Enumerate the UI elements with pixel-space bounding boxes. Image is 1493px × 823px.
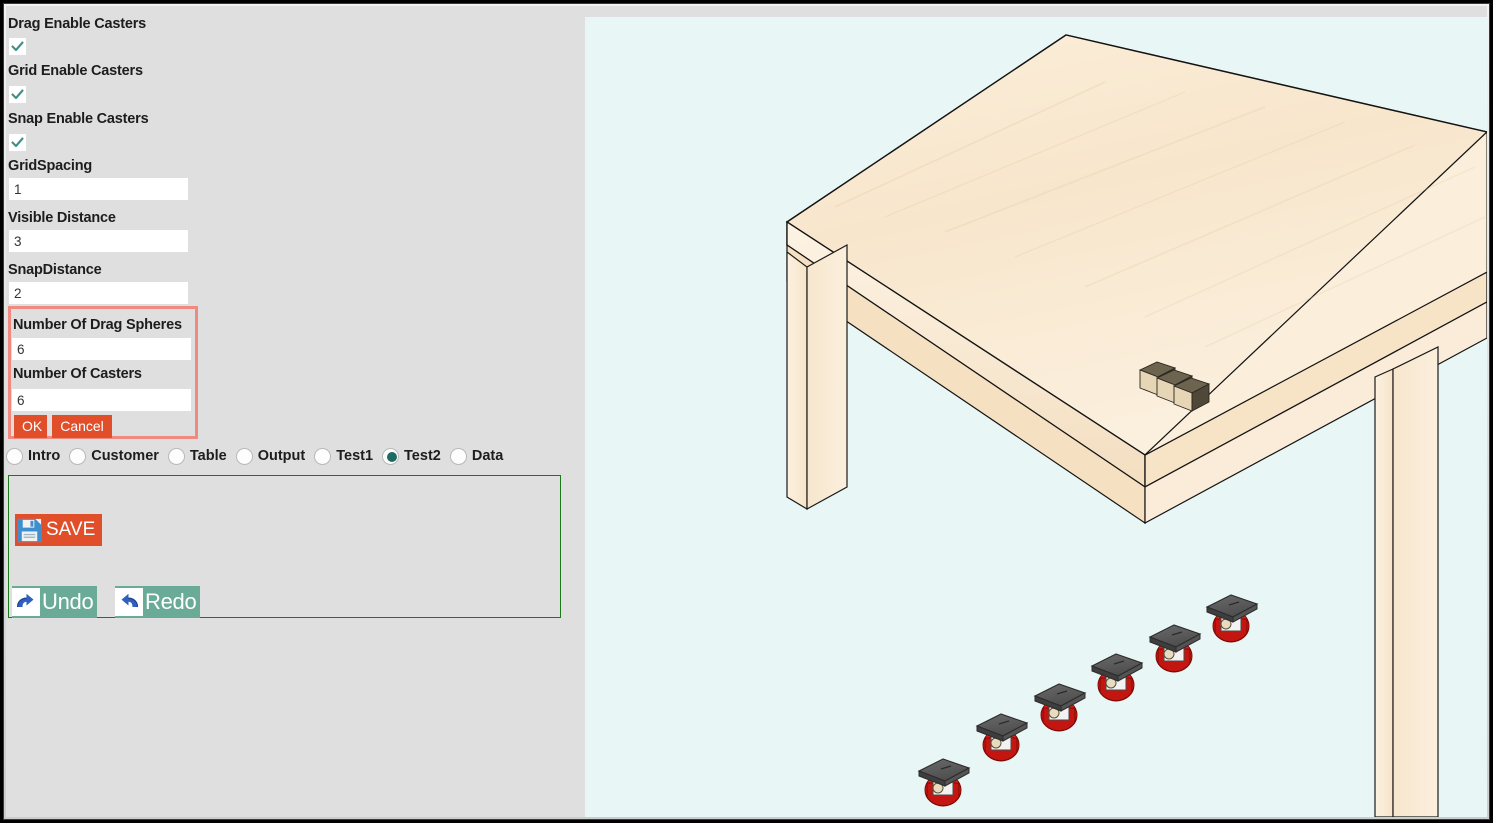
caster-group[interactable] bbox=[917, 594, 1259, 807]
radio-label-test2: Test2 bbox=[404, 448, 441, 464]
undo-arrow-icon bbox=[12, 588, 40, 616]
caster-plate bbox=[975, 713, 1029, 742]
caster-plate bbox=[1033, 683, 1087, 712]
caster-count-dialog: Number Of Drag Spheres Number Of Casters… bbox=[8, 306, 198, 439]
caster-6[interactable] bbox=[1205, 594, 1259, 643]
3d-scene bbox=[785, 34, 1487, 817]
radio-item-test1[interactable]: Test1 bbox=[314, 447, 374, 465]
number-of-casters-input[interactable] bbox=[12, 389, 191, 411]
radio-label-intro: Intro bbox=[28, 448, 61, 464]
caster-plate bbox=[1148, 624, 1202, 653]
number-of-drag-spheres-input[interactable] bbox=[12, 338, 191, 360]
redo-button[interactable]: Redo bbox=[115, 586, 201, 618]
dialog-label-number-of-casters: Number Of Casters bbox=[13, 366, 142, 382]
table-leg-front-right-a bbox=[1374, 368, 1394, 817]
radio-item-intro[interactable]: Intro bbox=[6, 447, 61, 465]
property-label-gridspacing: GridSpacing bbox=[8, 158, 93, 174]
caster-plate bbox=[1205, 594, 1259, 623]
radio-item-output[interactable]: Output bbox=[235, 447, 306, 465]
window-client-area: Drag Enable Casters Grid Enable Casters … bbox=[6, 6, 1487, 817]
radio-item-table[interactable]: Table bbox=[167, 447, 227, 465]
caster-3[interactable] bbox=[1033, 683, 1087, 732]
table-model bbox=[785, 34, 1487, 817]
checkbox-snap-enable-casters[interactable] bbox=[9, 134, 26, 151]
radio-item-customer[interactable]: Customer bbox=[69, 447, 159, 465]
floppy-disk-icon bbox=[15, 516, 43, 544]
radio-item-test2[interactable]: Test2 bbox=[382, 447, 441, 465]
redo-arrow-icon bbox=[115, 588, 143, 616]
radio-label-table: Table bbox=[189, 448, 227, 464]
3d-viewport[interactable] bbox=[585, 17, 1487, 817]
window-frame: Drag Enable Casters Grid Enable Casters … bbox=[3, 3, 1490, 820]
dialog-label-number-of-drag-spheres: Number Of Drag Spheres bbox=[13, 317, 182, 333]
radio-label-output: Output bbox=[257, 448, 306, 464]
save-button-label: SAVE bbox=[46, 519, 96, 540]
view-mode-radio-group: Intro Customer Table Output Test1 Test2 bbox=[6, 444, 512, 468]
radio-label-test1: Test1 bbox=[336, 448, 374, 464]
caster-2[interactable] bbox=[975, 713, 1029, 762]
dialog-cancel-button[interactable]: Cancel bbox=[52, 415, 112, 438]
check-icon bbox=[11, 137, 24, 148]
caster-1[interactable] bbox=[917, 758, 971, 807]
undo-button-label: Undo bbox=[42, 589, 94, 614]
table-leg-back-left-a bbox=[786, 250, 808, 511]
caster-plate bbox=[1090, 653, 1144, 682]
check-icon bbox=[11, 41, 24, 52]
dialog-ok-button[interactable]: OK bbox=[14, 415, 47, 438]
caster-plate bbox=[917, 758, 971, 787]
radio-label-customer: Customer bbox=[91, 448, 159, 464]
undo-button[interactable]: Undo bbox=[12, 586, 98, 618]
properties-panel: Drag Enable Casters Grid Enable Casters … bbox=[6, 6, 587, 817]
snapdistance-input[interactable] bbox=[9, 282, 188, 304]
radio-dot-icon bbox=[6, 447, 23, 465]
application-window: Drag Enable Casters Grid Enable Casters … bbox=[0, 0, 1493, 823]
radio-item-data[interactable]: Data bbox=[449, 447, 504, 465]
check-icon bbox=[11, 89, 24, 100]
table-leg-front-right-b bbox=[1392, 346, 1439, 817]
table-leg-back-left-b bbox=[806, 243, 848, 511]
radio-dot-icon bbox=[449, 447, 467, 465]
radio-dot-icon-selected bbox=[382, 447, 400, 465]
caster-5[interactable] bbox=[1148, 624, 1202, 673]
property-label-grid-enable-casters: Grid Enable Casters bbox=[8, 63, 143, 79]
property-label-snapdistance: SnapDistance bbox=[8, 262, 102, 278]
redo-button-label: Redo bbox=[145, 589, 197, 614]
radio-dot-icon bbox=[314, 447, 332, 465]
caster-4[interactable] bbox=[1090, 653, 1144, 702]
gridspacing-input[interactable] bbox=[9, 178, 188, 200]
action-panel: SAVE Undo Redo bbox=[8, 475, 561, 618]
radio-dot-icon bbox=[69, 447, 87, 465]
property-label-visible-distance: Visible Distance bbox=[8, 210, 116, 226]
radio-label-data: Data bbox=[471, 448, 504, 464]
visible-distance-input[interactable] bbox=[9, 230, 188, 252]
radio-dot-icon bbox=[235, 447, 253, 465]
property-label-drag-enable-casters: Drag Enable Casters bbox=[8, 16, 147, 32]
checkbox-drag-enable-casters[interactable] bbox=[9, 38, 26, 55]
save-button[interactable]: SAVE bbox=[15, 514, 103, 546]
radio-dot-icon bbox=[167, 447, 185, 465]
checkbox-grid-enable-casters[interactable] bbox=[9, 86, 26, 103]
property-label-snap-enable-casters: Snap Enable Casters bbox=[8, 111, 149, 127]
